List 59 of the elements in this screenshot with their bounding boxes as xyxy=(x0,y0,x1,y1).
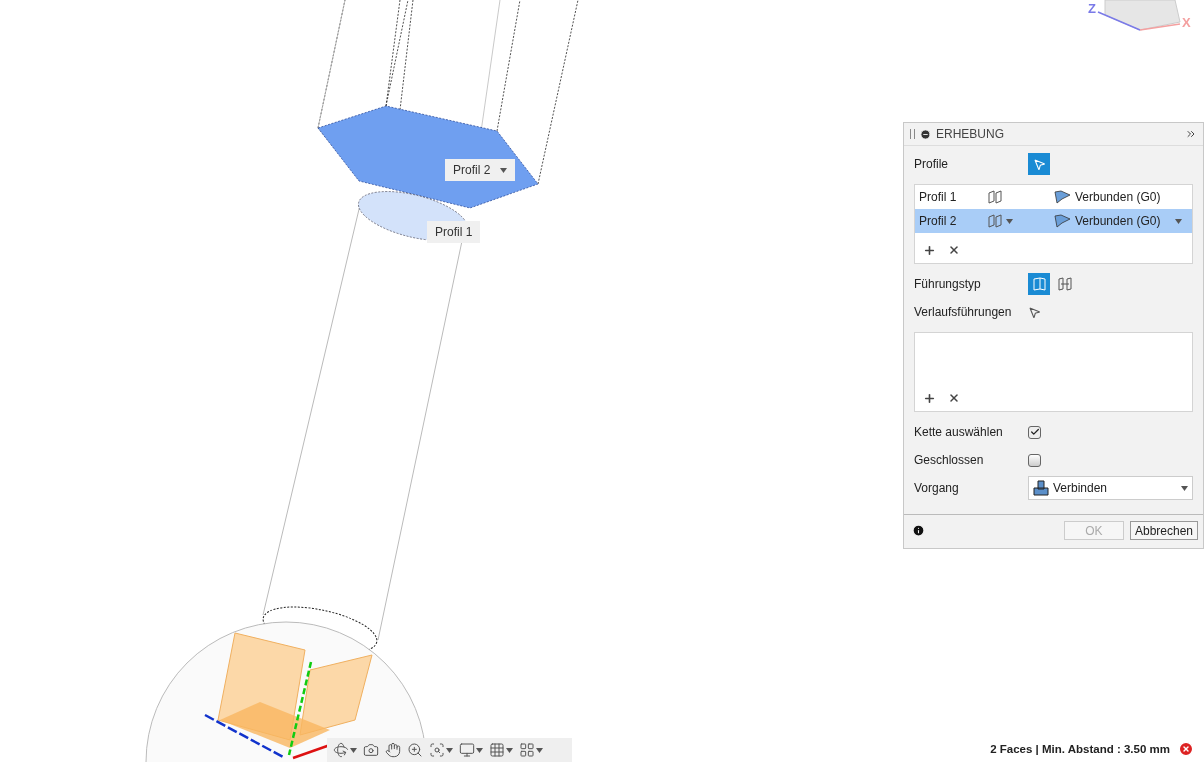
caret-icon xyxy=(506,747,513,753)
add-icon[interactable] xyxy=(923,391,936,405)
checkbox[interactable] xyxy=(1028,453,1041,467)
continuity-icon[interactable] xyxy=(1053,213,1071,229)
status-text: 2 Faces | Min. Abstand : 3.50 mm xyxy=(990,743,1170,755)
rails-icon[interactable] xyxy=(1028,273,1050,295)
pan-icon[interactable] xyxy=(385,742,401,758)
origin-plane[interactable] xyxy=(220,702,330,748)
expand-icon[interactable] xyxy=(1185,128,1197,140)
profile-name: Profil 2 xyxy=(919,214,958,228)
caret-icon xyxy=(536,747,543,753)
add-icon[interactable] xyxy=(923,243,936,257)
profile-tag-text: Profil 1 xyxy=(435,225,473,239)
field-label: Profile xyxy=(914,157,949,171)
profile-name: Profil 1 xyxy=(919,190,958,204)
axis-label: X xyxy=(1182,15,1191,30)
continuity-text: Verbunden (G0) xyxy=(1075,214,1162,228)
cursor-icon xyxy=(1032,157,1046,171)
remove-icon[interactable] xyxy=(948,244,960,256)
info-icon[interactable] xyxy=(912,524,925,537)
grip-icon[interactable] xyxy=(910,129,915,139)
caret-icon xyxy=(1181,485,1188,491)
orbit-icon[interactable] xyxy=(333,742,349,758)
direction-icon[interactable] xyxy=(987,189,1003,205)
field-label: Kette auswählen xyxy=(914,425,1004,439)
remove-icon[interactable] xyxy=(948,392,960,404)
operation-dropdown[interactable]: Verbinden xyxy=(1028,476,1193,500)
profile-tag[interactable]: Profil 2 xyxy=(445,159,516,181)
caret-icon xyxy=(500,167,508,173)
caret-icon xyxy=(1005,218,1013,224)
field-label: Führungstyp xyxy=(914,277,982,291)
field-label: Vorgang xyxy=(914,481,960,495)
viewports-icon[interactable] xyxy=(519,742,535,758)
checkbox[interactable] xyxy=(1028,425,1041,439)
profile-tag[interactable]: Profil 1 xyxy=(427,221,481,243)
cancel-button[interactable]: Abbrechen xyxy=(1129,521,1198,540)
caret-icon xyxy=(446,747,453,753)
field-label: Geschlossen xyxy=(914,453,985,467)
select-button[interactable] xyxy=(1028,153,1050,175)
collapse-icon[interactable] xyxy=(920,128,931,140)
zoom-window-icon[interactable] xyxy=(429,742,445,758)
continuity-icon[interactable] xyxy=(1053,189,1071,205)
profile-row[interactable]: Profil 2 Verbunden (G0) xyxy=(915,209,1192,233)
zoom-icon[interactable] xyxy=(407,742,423,758)
grid-icon[interactable] xyxy=(489,742,505,758)
display-icon[interactable] xyxy=(459,742,475,758)
join-icon xyxy=(1033,480,1049,496)
continuity-text: Verbunden (G0) xyxy=(1075,190,1162,204)
field-label: Verlaufsführungen xyxy=(914,305,1013,319)
profile-tag-text: Profil 2 xyxy=(453,163,491,177)
axis-label: Z xyxy=(1088,1,1096,16)
caret-icon xyxy=(350,747,357,753)
camera-icon[interactable] xyxy=(363,742,379,758)
select-icon[interactable] xyxy=(1028,305,1041,319)
dialog-title: ERHEBUNG xyxy=(936,127,1004,141)
direction-icon[interactable] xyxy=(987,213,1003,229)
caret-icon xyxy=(1175,218,1182,224)
caret-icon xyxy=(476,747,483,753)
close-icon[interactable] xyxy=(1178,741,1194,757)
